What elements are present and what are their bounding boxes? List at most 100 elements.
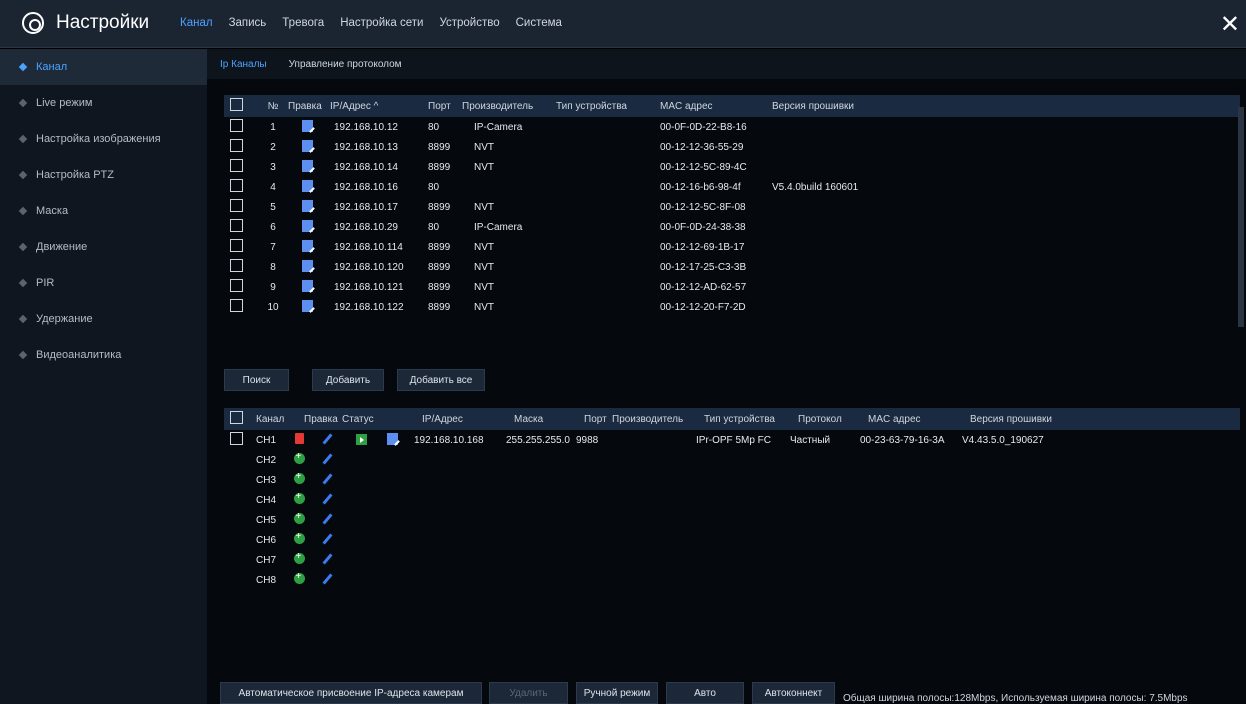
add-icon[interactable] (293, 473, 305, 484)
subtab[interactable]: Управление протоколом (289, 59, 402, 70)
channel-row[interactable]: CH1 192.168.10.168 255.255.255.0 9988 IPr-OP… (224, 430, 1240, 450)
select-all-checkbox[interactable] (230, 98, 243, 111)
edit-icon[interactable] (302, 119, 313, 132)
row-port: 8899 (428, 161, 451, 173)
sidebar-item[interactable]: Маска (0, 193, 207, 229)
col-channel: Канал (256, 413, 285, 425)
add-icon[interactable] (293, 573, 305, 584)
channel-checkbox[interactable] (230, 432, 243, 445)
sidebar-item-label: Канал (36, 61, 68, 73)
auto-ip-button[interactable]: Автоматическое присвоение IP-адреса каме… (220, 682, 482, 704)
col-mask: Маска (514, 413, 544, 425)
sidebar-item[interactable]: Настройка изображения (0, 121, 207, 157)
edit-icon[interactable] (302, 199, 313, 212)
row-checkbox[interactable] (230, 259, 243, 272)
row-checkbox[interactable] (230, 179, 243, 192)
channel-row[interactable]: CH4 (224, 490, 1240, 510)
sidebar-item-label: Настройка PTZ (36, 169, 114, 181)
tab-Настройка сети[interactable]: Настройка сети (340, 17, 423, 29)
close-icon[interactable]: ✕ (1220, 10, 1240, 39)
table-row[interactable]: 4 192.168.10.16 80 00-12-16-b6-98-4f V5.4.0b… (224, 177, 1240, 197)
channel-row[interactable]: CH5 (224, 510, 1240, 530)
add-icon[interactable] (293, 513, 305, 524)
edit-icon[interactable] (387, 432, 398, 445)
delete-icon[interactable] (294, 433, 304, 444)
edit-icon[interactable] (302, 219, 313, 232)
channel-row[interactable]: CH3 (224, 470, 1240, 490)
row-checkbox[interactable] (230, 219, 243, 232)
pencil-icon[interactable] (321, 452, 333, 465)
pencil-icon[interactable] (321, 572, 333, 585)
edit-icon[interactable] (302, 159, 313, 172)
channel-row[interactable]: CH8 (224, 570, 1240, 590)
table-row[interactable]: 2 192.168.10.13 8899 NVT 00-12-12-36-55-29 (224, 137, 1240, 157)
table-row[interactable]: 5 192.168.10.17 8899 NVT 00-12-12-5C-8F-08 (224, 197, 1240, 217)
sidebar-item[interactable]: Канал (0, 49, 207, 85)
manual-mode-button[interactable]: Ручной режим (576, 682, 658, 704)
row-checkbox-cell (224, 239, 258, 255)
sidebar-item[interactable]: Видеоаналитика (0, 337, 207, 373)
edit-icon[interactable] (302, 239, 313, 252)
add-icon[interactable] (293, 553, 305, 564)
add-icon[interactable] (293, 493, 305, 504)
table-row[interactable]: 3 192.168.10.14 8899 NVT 00-12-12-5C-89-4C (224, 157, 1240, 177)
row-checkbox[interactable] (230, 299, 243, 312)
tab-Устройство[interactable]: Устройство (439, 17, 499, 29)
edit-icon[interactable] (302, 299, 313, 312)
row-checkbox[interactable] (230, 239, 243, 252)
pencil-icon[interactable] (321, 472, 333, 485)
pencil-icon[interactable] (321, 512, 333, 525)
row-port: 80 (428, 221, 440, 233)
channel-name: CH6 (256, 534, 277, 546)
row-checkbox[interactable] (230, 119, 243, 132)
play-icon[interactable] (356, 433, 367, 445)
row-checkbox[interactable] (230, 159, 243, 172)
tab-Тревога[interactable]: Тревога (282, 17, 324, 29)
pencil-icon[interactable] (321, 432, 333, 445)
tab-Канал[interactable]: Канал (180, 17, 213, 29)
row-checkbox[interactable] (230, 199, 243, 212)
sidebar-item[interactable]: Удержание (0, 301, 207, 337)
delete-button[interactable]: Удалить (489, 682, 568, 704)
table-row[interactable]: 9 192.168.10.121 8899 NVT 00-12-12-AD-62-57 (224, 277, 1240, 297)
table-row[interactable]: 8 192.168.10.120 8899 NVT 00-12-17-25-C3-3B (224, 257, 1240, 277)
add-button[interactable]: Добавить (312, 369, 384, 391)
row-number: 3 (270, 161, 276, 173)
table-row[interactable]: 10 192.168.10.122 8899 NVT 00-12-12-20-F7-2D (224, 297, 1240, 317)
row-checkbox[interactable] (230, 139, 243, 152)
add-icon[interactable] (293, 533, 305, 544)
channel-action-cell (286, 493, 312, 507)
table-row[interactable]: 7 192.168.10.114 8899 NVT 00-12-12-69-1B-17 (224, 237, 1240, 257)
auto-button[interactable]: Авто (666, 682, 744, 704)
channel-row[interactable]: CH7 (224, 550, 1240, 570)
sidebar-item[interactable]: PIR (0, 265, 207, 301)
pencil-icon[interactable] (321, 532, 333, 545)
table-row[interactable]: 6 192.168.10.29 80 IP-Camera 00-0F-0D-24-38-… (224, 217, 1240, 237)
edit-icon[interactable] (302, 139, 313, 152)
row-checkbox[interactable] (230, 279, 243, 292)
edit-icon[interactable] (302, 259, 313, 272)
sidebar-item[interactable]: Движение (0, 229, 207, 265)
channel-row[interactable]: CH2 (224, 450, 1240, 470)
add-icon[interactable] (293, 453, 305, 464)
row-ip: 192.168.10.120 (334, 261, 404, 273)
sidebar-item[interactable]: Настройка PTZ (0, 157, 207, 193)
tab-Запись[interactable]: Запись (229, 17, 267, 29)
channel-row[interactable]: CH6 (224, 530, 1240, 550)
subtab[interactable]: Ip Каналы (220, 59, 267, 70)
pencil-icon[interactable] (321, 492, 333, 505)
search-table-scrollbar[interactable] (1238, 107, 1244, 327)
edit-icon[interactable] (302, 279, 313, 292)
sidebar-item[interactable]: Live режим (0, 85, 207, 121)
search-button[interactable]: Поиск (224, 369, 289, 391)
pencil-icon[interactable] (321, 552, 333, 565)
col-ip[interactable]: IP/Адрес ^ (330, 101, 428, 112)
autoconnect-button[interactable]: Автоконнект (752, 682, 835, 704)
table-row[interactable]: 1 192.168.10.12 80 IP-Camera 00-0F-0D-22-B8-… (224, 117, 1240, 137)
row-checkbox-cell (224, 259, 258, 275)
add-all-button[interactable]: Добавить все (397, 369, 485, 391)
channel-edit-cell (312, 492, 342, 508)
tab-Система[interactable]: Система (516, 17, 562, 29)
select-all-channels-checkbox[interactable] (230, 411, 243, 424)
edit-icon[interactable] (302, 179, 313, 192)
